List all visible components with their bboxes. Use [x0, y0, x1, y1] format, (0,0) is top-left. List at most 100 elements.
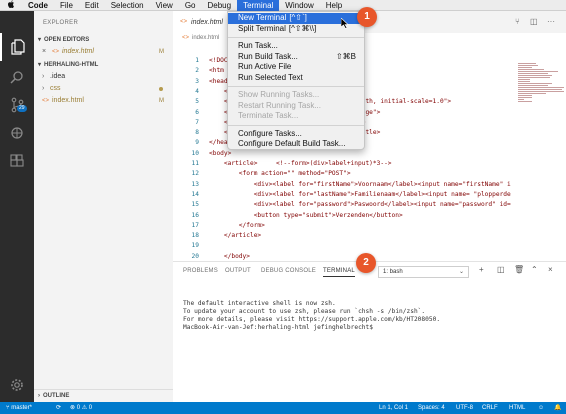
menu-item-terminate-task: Terminate Task... — [228, 111, 364, 122]
minimap-line — [518, 85, 548, 86]
source-control-icon[interactable]: 29 — [0, 91, 34, 119]
open-editor-item[interactable]: × <> index.html M — [34, 46, 173, 58]
activity-bar: 29 — [0, 11, 34, 402]
menu-item-run-selected-text[interactable]: Run Selected Text — [228, 73, 364, 84]
language-status[interactable]: HTML — [509, 402, 525, 414]
open-editors-section[interactable]: ▾ OPEN EDITORS — [34, 35, 173, 46]
menu-item-run-active-file[interactable]: Run Active File — [228, 62, 364, 73]
terminal-output[interactable]: The default interactive shell is now zsh… — [183, 292, 440, 332]
cursor-position[interactable]: Ln 1, Col 1 — [379, 402, 408, 414]
line-number: 10 — [191, 149, 199, 157]
tab-terminal[interactable]: TERMINAL — [323, 268, 355, 277]
more-actions-icon[interactable]: ··· — [547, 17, 555, 26]
minimap-line — [518, 65, 538, 66]
menu-item-configure-default-build-task[interactable]: Configure Default Build Task... — [228, 139, 364, 150]
menu-item-configure-tasks[interactable]: Configure Tasks... — [228, 129, 364, 140]
terminal-line: The default interactive shell is now zsh… — [183, 300, 336, 307]
branch-status[interactable]: ⑂ master* — [6, 402, 32, 414]
add-terminal-icon[interactable]: + — [479, 265, 484, 274]
menu-item-label: Show Running Tasks... — [238, 90, 320, 99]
menu-item-restart-running-task: Restart Running Task... — [228, 101, 364, 112]
tree-item-css[interactable]: › css — [34, 83, 173, 95]
indentation-status[interactable]: Spaces: 4 — [418, 402, 445, 414]
chevron-right-icon: › — [42, 73, 45, 80]
code-line: <button type="submit">Verzenden</button> — [209, 211, 403, 219]
minimap-line — [518, 93, 546, 94]
tree-item-label: index.html — [52, 97, 84, 104]
line-number: 6 — [195, 108, 199, 116]
eol-status[interactable]: CRLF — [482, 402, 498, 414]
line-number: 18 — [191, 232, 199, 240]
menu-terminal[interactable]: Terminal — [237, 0, 280, 11]
minimap-line — [518, 99, 524, 100]
breadcrumb-file[interactable]: index.html — [192, 33, 219, 44]
line-number: 8 — [195, 129, 199, 137]
tree-item-idea[interactable]: › .idea — [34, 71, 173, 83]
sidebar-title: EXPLORER — [43, 20, 79, 26]
menu-file[interactable]: File — [54, 0, 79, 11]
minimap-line — [518, 79, 530, 80]
tab-output[interactable]: OUTPUT — [225, 268, 251, 274]
debug-icon[interactable] — [0, 119, 34, 147]
chevron-right-icon: › — [38, 393, 40, 399]
line-number: 20 — [191, 252, 199, 260]
split-editor-icon[interactable]: ◫ — [530, 17, 538, 26]
files-icon[interactable] — [0, 33, 34, 61]
menu-view[interactable]: View — [150, 0, 179, 11]
menu-item-label: Split Terminal — [238, 23, 286, 33]
line-number: 12 — [191, 170, 199, 178]
close-icon[interactable]: × — [42, 46, 52, 58]
apple-menu-icon[interactable] — [0, 0, 22, 11]
menu-edit[interactable]: Edit — [79, 0, 105, 11]
macos-menu-bar: Code File Edit Selection View Go Debug T… — [0, 0, 566, 11]
minimap-line — [518, 77, 550, 78]
tab-problems[interactable]: PROBLEMS — [183, 268, 218, 274]
close-panel-icon[interactable]: × — [548, 265, 553, 274]
settings-gear-icon[interactable] — [0, 371, 34, 399]
minimap[interactable] — [514, 55, 566, 261]
minimap-line — [518, 91, 564, 92]
menu-debug[interactable]: Debug — [201, 0, 237, 11]
menu-selection[interactable]: Selection — [105, 0, 150, 11]
terminal-menu-dropdown: New Terminal [^⇧`] Split Terminal [^⇧⌘\\] Ru… — [227, 11, 365, 150]
terminal-select[interactable]: 1: bash ⌄ — [378, 266, 469, 278]
html-file-icon: <> — [182, 35, 190, 41]
tab-debug-console[interactable]: DEBUG CONSOLE — [261, 268, 316, 274]
open-changes-icon[interactable]: ⑂ — [515, 17, 520, 26]
line-number: 9 — [195, 139, 199, 147]
tree-item-index[interactable]: <> index.html M — [34, 95, 173, 107]
menu-item-shortcut: [^⇧⌘\\] — [288, 23, 317, 33]
extensions-icon[interactable] — [0, 147, 34, 175]
maximize-panel-icon[interactable]: ⌃ — [531, 265, 538, 274]
chevron-down-icon: ▾ — [38, 62, 42, 68]
code-line: </form> — [209, 221, 265, 229]
search-icon[interactable] — [0, 63, 34, 91]
code-line: <div><label for="firstName">Voornaam</la… — [209, 180, 511, 188]
menu-window[interactable]: Window — [279, 0, 319, 11]
menu-separator — [228, 86, 364, 87]
menu-go[interactable]: Go — [179, 0, 202, 11]
trash-icon[interactable]: 🗑 — [514, 265, 524, 274]
split-terminal-icon[interactable]: ◫ — [497, 265, 505, 274]
menu-item-run-build-task[interactable]: Run Build Task... ⇧⌘B — [228, 52, 364, 63]
sync-icon[interactable]: ⟳ — [56, 402, 61, 414]
minimap-line — [518, 63, 536, 64]
folder-section[interactable]: ▾ HERHALING-HTML — [34, 60, 173, 71]
outline-section[interactable]: › OUTLINE — [34, 389, 173, 402]
bell-icon[interactable]: 🔔 — [554, 402, 561, 414]
menu-item-label: Run Selected Text — [238, 72, 303, 82]
menu-app-code[interactable]: Code — [22, 0, 54, 11]
encoding-status[interactable]: UTF-8 — [456, 402, 473, 414]
html-file-icon: <> — [42, 98, 50, 104]
status-bar: ⑂ master* ⟳ ⊗ 0 ⚠ 0 Ln 1, Col 1 Spaces: … — [0, 402, 566, 414]
line-number: 1 — [195, 57, 199, 64]
smiley-icon[interactable]: ☺ — [538, 402, 544, 414]
menu-item-run-task[interactable]: Run Task... — [228, 41, 364, 52]
modified-dot — [159, 87, 163, 91]
open-editors-label: OPEN EDITORS — [44, 37, 90, 43]
problems-status[interactable]: ⊗ 0 ⚠ 0 — [70, 402, 92, 414]
minimap-line — [518, 89, 562, 90]
menu-item-label: Configure Tasks... — [238, 128, 302, 138]
menu-help[interactable]: Help — [320, 0, 348, 11]
minimap-line — [518, 69, 544, 70]
